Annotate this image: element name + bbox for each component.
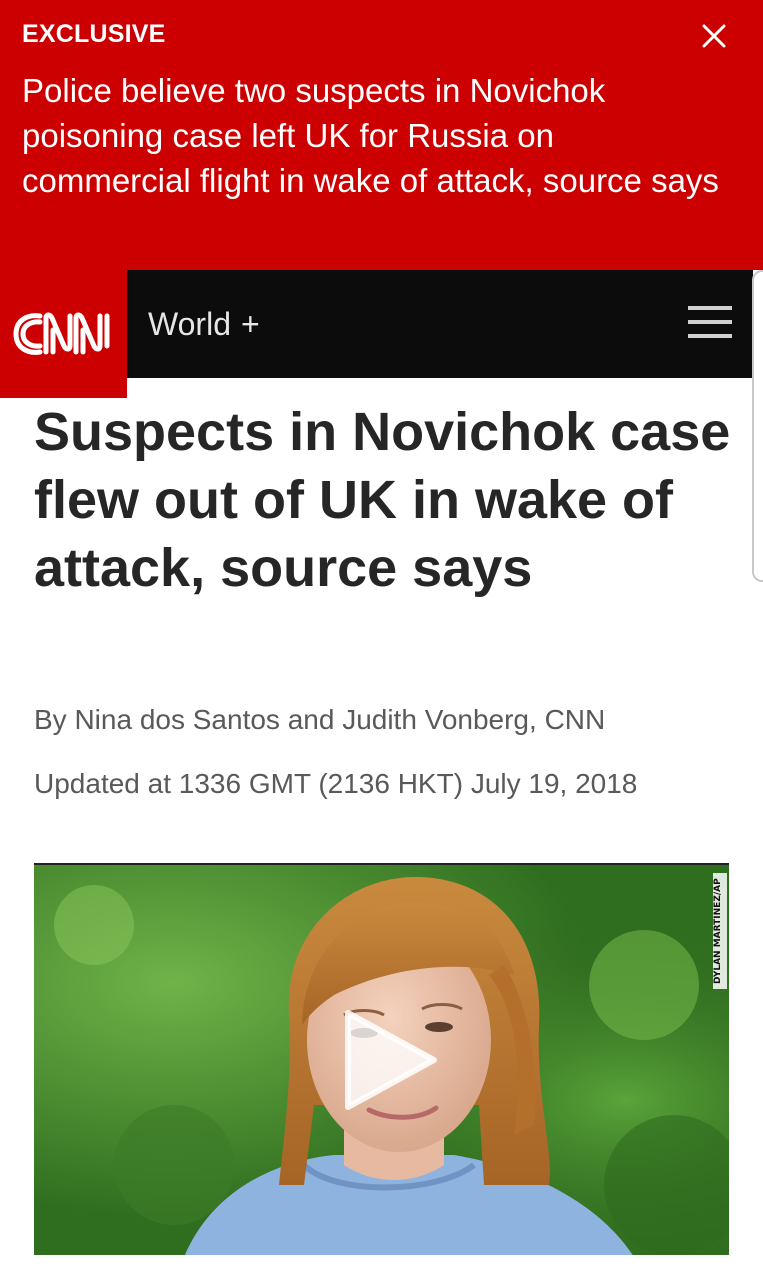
section-label: World: [148, 306, 231, 342]
breaking-news-banner[interactable]: EXCLUSIVE Police believe two suspects in…: [0, 0, 763, 270]
banner-label: EXCLUSIVE: [22, 20, 166, 48]
play-icon[interactable]: [334, 1005, 444, 1115]
photo-credit: DYLAN MARTINEZ/AP: [713, 873, 727, 989]
close-icon[interactable]: [692, 14, 736, 58]
cnn-logo-icon: [13, 312, 110, 355]
article-byline: By Nina dos Santos and Judith Vonberg, C…: [34, 704, 606, 735]
banner-headline[interactable]: Police believe two suspects in Novichok …: [22, 68, 722, 203]
section-nav-world[interactable]: World +: [148, 302, 260, 346]
video-player[interactable]: DYLAN MARTINEZ/AP: [34, 863, 729, 1255]
expand-plus-icon[interactable]: +: [241, 306, 260, 342]
article-headline: Suspects in Novichok case flew out of UK…: [34, 402, 731, 598]
article-timestamp: Updated at 1336 GMT (2136 HKT) July 19, …: [34, 768, 638, 799]
cnn-logo[interactable]: [0, 270, 127, 398]
page: EXCLUSIVE Police believe two suspects in…: [0, 0, 763, 1280]
side-panel-edge: [752, 270, 763, 582]
hamburger-menu-icon[interactable]: [688, 306, 732, 340]
